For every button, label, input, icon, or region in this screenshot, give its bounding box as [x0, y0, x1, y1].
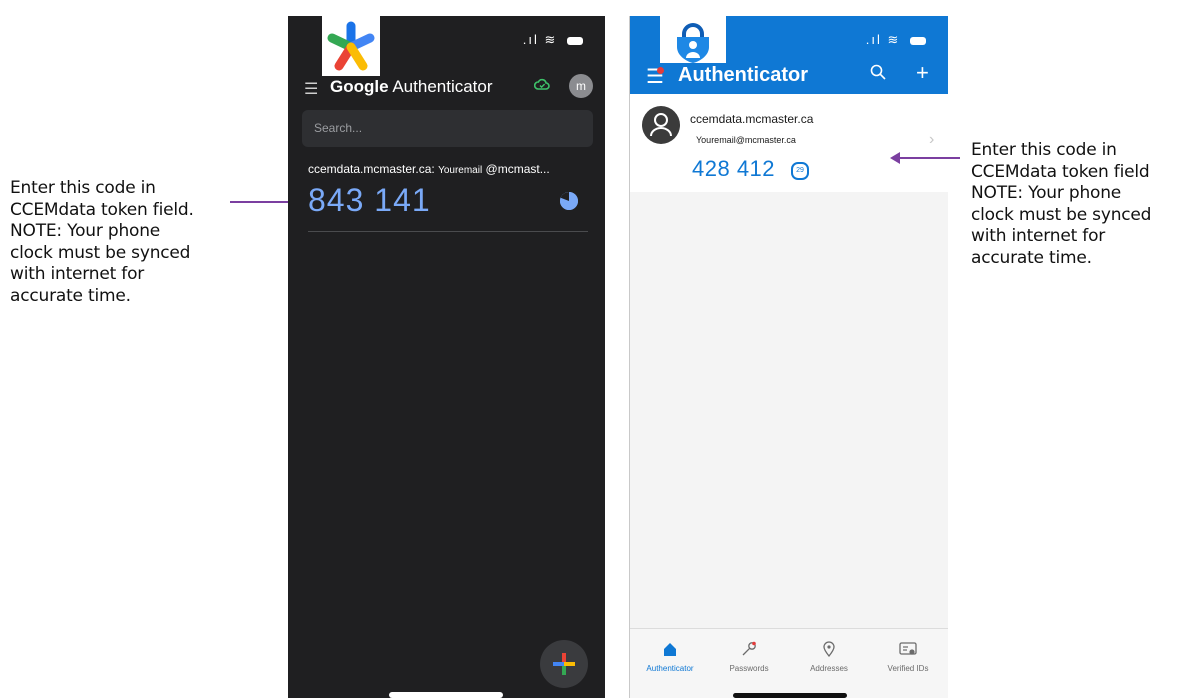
pin-glyph: [823, 641, 835, 658]
account-email: Youremail@mcmaster.ca: [696, 135, 796, 145]
note-line: accurate time.: [10, 285, 131, 306]
note-line: with internet for: [971, 226, 1106, 246]
app-title: Google Authenticator: [330, 77, 493, 97]
id-card-icon: [873, 641, 943, 661]
account-card[interactable]: ccemdata.mcmaster.ca Youremail@mcmaster.…: [630, 94, 948, 192]
divider: [308, 231, 588, 232]
note-line: clock must be synced: [10, 242, 191, 263]
home-glyph: [664, 643, 676, 656]
person-avatar-icon: [642, 106, 680, 144]
add-account-button[interactable]: [540, 640, 588, 688]
key-glyph: [742, 641, 756, 656]
app-title-authenticator: Authenticator: [388, 77, 493, 96]
google-authenticator-screen: .ıl ≋ ☰ Google Authenticator m Search...…: [288, 16, 605, 698]
note-line: accurate time.: [971, 247, 1092, 268]
home-icon: [635, 641, 705, 661]
tab-passwords[interactable]: Passwords: [714, 641, 784, 673]
add-account-icon[interactable]: +: [916, 60, 929, 86]
countdown-pie-icon: [560, 191, 578, 210]
account-user-domain: @mcmast...: [485, 162, 550, 176]
search-icon[interactable]: [870, 64, 886, 85]
account-avatar[interactable]: m: [569, 74, 593, 98]
person-icon: [650, 113, 672, 137]
note-line: NOTE: Your phone: [10, 221, 161, 241]
tab-label: Addresses: [810, 664, 848, 673]
search-input[interactable]: Search...: [302, 110, 593, 147]
microsoft-authenticator-logo-icon: [677, 23, 709, 63]
microsoft-authenticator-screen: .ıl ≋ ☰ Authenticator + ccemdata.mcmaste…: [629, 16, 948, 698]
otp-code[interactable]: 843 141: [308, 182, 431, 219]
wifi-icon: ≋: [887, 32, 901, 47]
hamburger-menu-icon[interactable]: ☰: [304, 79, 318, 99]
bottom-tab-bar: Authenticator Passwords Addresses Verifi…: [630, 628, 948, 698]
account-user: Youremail: [438, 165, 483, 176]
battery-icon: [910, 36, 926, 45]
chevron-right-icon[interactable]: ›: [929, 131, 934, 149]
note-line: CCEMdata token field.: [10, 199, 194, 220]
tab-addresses[interactable]: Addresses: [794, 641, 864, 673]
magnifier-icon: [870, 64, 886, 80]
app-title-google: Google: [330, 77, 389, 96]
home-indicator: [389, 692, 503, 698]
note-line: with internet for: [10, 264, 145, 284]
status-bar-icons: .ıl ≋: [523, 32, 583, 48]
battery-icon: [567, 36, 583, 45]
countdown-timer: 29: [791, 162, 809, 180]
cloud-sync-icon[interactable]: [533, 77, 550, 95]
note-line: Enter this code in: [971, 140, 1117, 160]
id-card-glyph: [899, 642, 917, 655]
tab-verified-ids[interactable]: Verified IDs: [873, 641, 943, 673]
status-bar-icons: .ıl ≋: [866, 32, 926, 48]
tab-label: Passwords: [729, 664, 769, 673]
note-line: CCEMdata token field: [971, 161, 1150, 182]
account-issuer: ccemdata.mcmaster.ca:: [308, 162, 435, 176]
google-authenticator-logo: [322, 16, 380, 76]
account-name: ccemdata.mcmaster.ca: [690, 112, 814, 126]
notification-dot: [657, 67, 664, 74]
microsoft-authenticator-logo: [660, 16, 726, 63]
left-arrow-line: [230, 201, 292, 203]
note-line: Enter this code in: [10, 178, 156, 198]
countdown-timer-icon: [560, 191, 578, 210]
home-indicator: [733, 693, 847, 698]
otp-code[interactable]: 428 412: [692, 156, 775, 182]
left-instruction-note: Enter this code in CCEMdata token field.…: [10, 178, 194, 307]
tab-label: Authenticator: [646, 664, 694, 673]
app-title: Authenticator: [678, 64, 808, 86]
location-pin-icon: [794, 641, 864, 661]
cloud-icon: [533, 78, 550, 90]
note-line: clock must be synced: [971, 204, 1152, 225]
tab-label: Verified IDs: [887, 664, 929, 673]
colorful-plus-icon: [553, 653, 575, 675]
note-line: NOTE: Your phone: [971, 183, 1122, 203]
key-icon: [714, 641, 784, 661]
right-arrow-line: [898, 157, 960, 159]
tab-authenticator[interactable]: Authenticator: [635, 641, 705, 673]
google-authenticator-logo-icon: [327, 21, 375, 71]
account-label: ccemdata.mcmaster.ca: Youremail @mcmast.…: [308, 162, 550, 176]
right-instruction-note: Enter this code in CCEMdata token field …: [971, 140, 1151, 269]
wifi-icon: ≋: [544, 32, 558, 47]
signal-icon: .ıl: [865, 32, 882, 47]
signal-icon: .ıl: [522, 32, 539, 47]
